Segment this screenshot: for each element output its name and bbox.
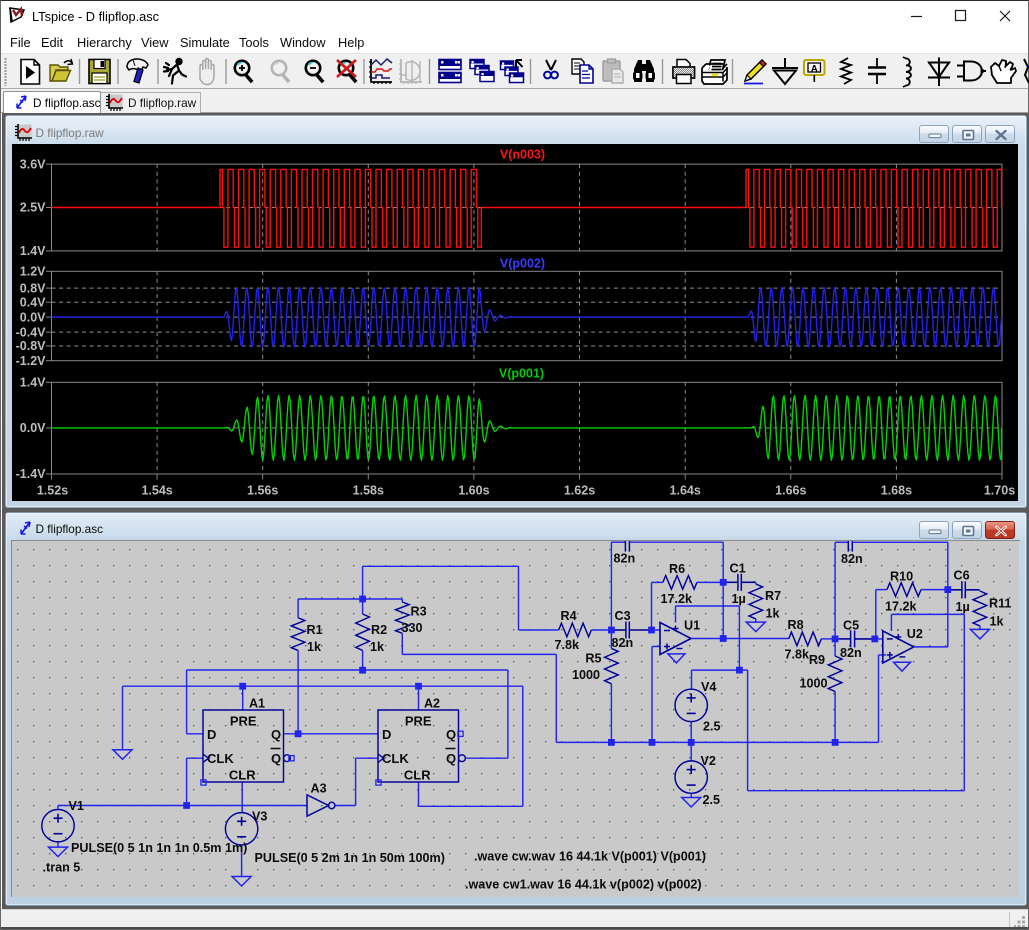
svg-text:Q: Q	[271, 751, 281, 766]
svg-text:-0.4V: -0.4V	[15, 325, 46, 339]
svg-text:D: D	[382, 727, 391, 742]
svg-text:1000: 1000	[799, 677, 827, 691]
svg-text:82n: 82n	[611, 636, 633, 650]
svg-text:R11: R11	[989, 597, 1011, 611]
svg-text:1.52s: 1.52s	[36, 484, 67, 498]
svg-text:0.0V: 0.0V	[19, 421, 45, 435]
svg-text:V2: V2	[700, 754, 715, 768]
svg-text:C3: C3	[614, 609, 630, 623]
svg-text:-0.8V: -0.8V	[15, 339, 46, 353]
svg-text:1µ: 1µ	[731, 592, 745, 606]
svg-text:R7: R7	[765, 589, 781, 603]
svg-text:C1: C1	[729, 562, 745, 576]
svg-text:CLK: CLK	[207, 751, 234, 766]
svg-text:PRE: PRE	[404, 714, 431, 729]
svg-text:R8: R8	[787, 618, 803, 632]
svg-text:V(n003): V(n003)	[499, 148, 544, 162]
svg-text:330: 330	[401, 621, 422, 635]
svg-text:1.66s: 1.66s	[775, 484, 806, 498]
svg-text:PULSE(0 5 2m 1n 1n 50m 100m): PULSE(0 5 2m 1n 1n 50m 100m)	[254, 851, 444, 865]
svg-text:1.70s: 1.70s	[983, 484, 1014, 498]
svg-text:V(p002): V(p002)	[499, 257, 544, 271]
svg-text:7.8k: 7.8k	[784, 648, 810, 662]
svg-text:1.60s: 1.60s	[458, 484, 489, 498]
svg-text:1k: 1k	[989, 615, 1004, 629]
svg-text:1.68s: 1.68s	[880, 484, 911, 498]
svg-text:3.6V: 3.6V	[19, 157, 45, 171]
svg-text:.tran 5: .tran 5	[42, 861, 80, 875]
svg-text:2.5: 2.5	[702, 793, 720, 807]
svg-text:1k: 1k	[307, 640, 322, 654]
svg-text:-1.2V: -1.2V	[15, 354, 46, 368]
svg-text:R9: R9	[808, 653, 824, 667]
svg-text:1.64s: 1.64s	[669, 484, 700, 498]
svg-text:1.2V: 1.2V	[19, 265, 45, 279]
svg-text:1.54s: 1.54s	[141, 484, 172, 498]
svg-text:Q: Q	[271, 727, 281, 742]
svg-text:1.4V: 1.4V	[19, 376, 45, 390]
svg-text:V1: V1	[68, 799, 83, 813]
svg-text:A2: A2	[423, 697, 439, 711]
svg-text:1.56s: 1.56s	[247, 484, 278, 498]
svg-text:17.2k: 17.2k	[885, 600, 918, 614]
svg-text:82n: 82n	[840, 646, 862, 660]
svg-text:R2: R2	[371, 623, 387, 637]
svg-text:1µ: 1µ	[955, 600, 969, 614]
svg-text:D: D	[207, 727, 216, 742]
svg-text:V4: V4	[701, 680, 716, 694]
svg-text:CLR: CLR	[228, 768, 255, 783]
svg-text:C5: C5	[843, 619, 859, 633]
svg-text:A3: A3	[310, 782, 326, 796]
svg-text:2.5V: 2.5V	[19, 201, 45, 215]
svg-text:1k: 1k	[370, 640, 385, 654]
svg-text:2.5: 2.5	[703, 720, 721, 734]
svg-text:.wave cw1.wav 16 44.1k v(p002): .wave cw1.wav 16 44.1k v(p002) v(p002)	[465, 878, 702, 892]
svg-text:1.62s: 1.62s	[563, 484, 594, 498]
svg-text:R1: R1	[306, 623, 322, 637]
svg-text:V3: V3	[252, 810, 267, 824]
svg-text:0.8V: 0.8V	[19, 281, 45, 295]
svg-text:7.8k: 7.8k	[554, 638, 580, 652]
svg-text:V(p001): V(p001)	[498, 367, 543, 381]
svg-text:1000: 1000	[571, 668, 599, 682]
svg-text:CLR: CLR	[403, 768, 430, 783]
svg-text:PRE: PRE	[229, 714, 256, 729]
svg-text:U2: U2	[906, 627, 922, 641]
svg-text:1.4V: 1.4V	[19, 244, 45, 258]
svg-text:U1: U1	[684, 619, 700, 633]
svg-text:-1.4V: -1.4V	[15, 467, 46, 481]
svg-text:R10: R10	[890, 570, 913, 584]
svg-text:0.0V: 0.0V	[19, 310, 45, 324]
svg-text:1.58s: 1.58s	[352, 484, 383, 498]
svg-text:R5: R5	[585, 652, 601, 666]
svg-text:R4: R4	[560, 609, 576, 623]
svg-text:Q: Q	[446, 751, 456, 766]
svg-text:A: A	[811, 64, 818, 75]
svg-text:C6: C6	[953, 569, 969, 583]
svg-text:PULSE(0 5 1n 1n 1n 0.5m 1m): PULSE(0 5 1n 1n 1n 0.5m 1m)	[71, 841, 247, 855]
svg-text:82n: 82n	[613, 552, 635, 566]
svg-text:82n: 82n	[841, 552, 863, 566]
svg-text:Q: Q	[446, 727, 456, 742]
svg-text:17.2k: 17.2k	[660, 592, 693, 606]
svg-text:.wave cw.wav 16 44.1k V(p001): .wave cw.wav 16 44.1k V(p001) V(p001)	[474, 850, 706, 864]
svg-text:A1: A1	[248, 697, 264, 711]
svg-text:1k: 1k	[765, 607, 780, 621]
svg-text:CLK: CLK	[382, 751, 409, 766]
svg-text:R3: R3	[410, 605, 426, 619]
svg-text:0.4V: 0.4V	[19, 295, 45, 309]
svg-text:R6: R6	[669, 562, 685, 576]
